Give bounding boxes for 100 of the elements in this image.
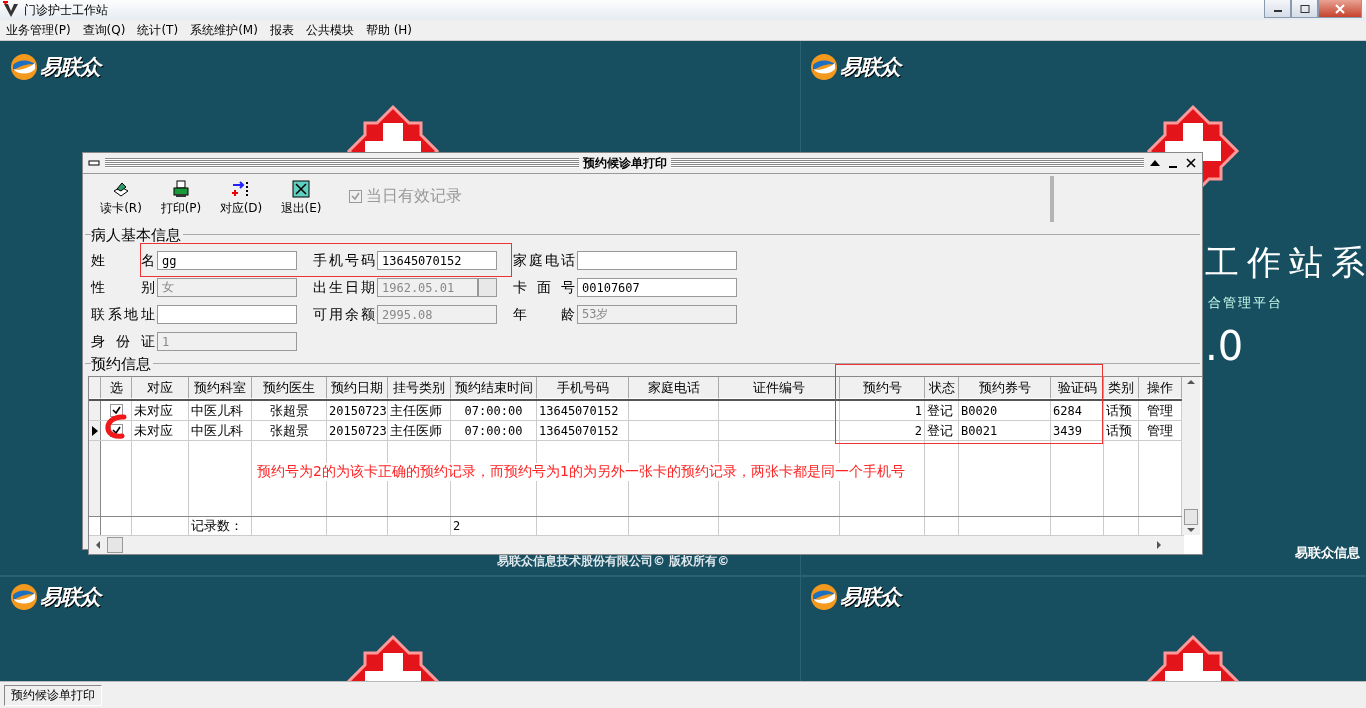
company-text: 易联众信息 <box>1295 544 1360 562</box>
field-label: 手机号码 <box>313 251 375 270</box>
column-header[interactable]: 预约日期 <box>327 377 388 399</box>
card-reader-icon <box>112 180 130 198</box>
record-count: 2 <box>453 519 461 533</box>
table-cell: 管理 <box>1147 421 1173 440</box>
column-header[interactable]: 预约医生 <box>252 377 327 399</box>
scroll-thumb[interactable] <box>1184 509 1198 525</box>
status-tab[interactable]: 预约候诊单打印 <box>4 685 102 706</box>
menu-item[interactable]: 报表 <box>263 21 300 39</box>
column-header[interactable]: 预约号 <box>840 377 925 399</box>
scroll-thumb[interactable] <box>107 537 123 553</box>
field-label: 年龄 <box>513 305 575 324</box>
close-button[interactable] <box>1184 156 1198 170</box>
checkbox-label: 当日有效记录 <box>366 186 462 207</box>
toolbar-button[interactable]: 打印(P) <box>151 178 211 219</box>
table-cell: 07:00:00 <box>464 423 523 438</box>
column-header[interactable]: 证件编号 <box>719 377 840 399</box>
table-cell: 20150723 <box>329 403 387 418</box>
table-cell: 13645070152 <box>539 423 619 438</box>
table-cell: 话预 <box>1106 421 1132 440</box>
annotation-note: 预约号为2的为该卡正确的预约记录，而预约号为1的为另外一张卡的预约记录，两张卡都是同一个手机号 <box>257 463 905 481</box>
column-header[interactable]: 类别 <box>1104 377 1139 399</box>
menu-item[interactable]: 帮助 (H) <box>359 21 419 39</box>
column-header[interactable]: 预约科室 <box>189 377 252 399</box>
table-cell: 未对应 <box>134 401 173 420</box>
field-label: 家庭电话 <box>513 251 575 270</box>
record-count-label: 记录数： <box>191 517 243 535</box>
copyright-text: 易联众信息技术股份有限公司© 版权所有© <box>497 553 730 570</box>
menu-item[interactable]: 查询(Q) <box>76 21 132 39</box>
table-cell: 2 <box>914 423 922 438</box>
group-title: 预约信息 <box>91 356 153 372</box>
toolbar-button[interactable]: 退出(E) <box>271 178 331 219</box>
input-field[interactable] <box>157 305 297 324</box>
maximize-icon <box>1299 4 1310 13</box>
field-label: 卡面号 <box>513 278 575 297</box>
column-header[interactable]: 验证码 <box>1051 377 1104 399</box>
table-cell: 管理 <box>1147 401 1173 420</box>
field-label: 可用余额 <box>313 305 375 324</box>
menu-item[interactable]: 系统维护(M) <box>184 21 264 39</box>
menu-item[interactable]: 公共模块 <box>299 21 360 39</box>
close-icon <box>1335 3 1345 14</box>
scribble-mark <box>104 414 128 440</box>
table-cell: 未对应 <box>134 421 173 440</box>
column-header[interactable]: 选 <box>101 377 132 399</box>
table-cell: 主任医师 <box>390 401 442 420</box>
table-cell: 话预 <box>1106 401 1132 420</box>
column-header[interactable]: 手机号码 <box>537 377 629 399</box>
table-cell: 3439 <box>1053 423 1082 438</box>
table-cell: 张超景 <box>269 421 309 440</box>
corner-cell <box>89 377 101 399</box>
exit-icon <box>292 180 310 198</box>
column-header[interactable]: 对应 <box>132 377 189 399</box>
column-header[interactable]: 挂号类别 <box>388 377 451 399</box>
table-cell: 登记 <box>927 421 953 440</box>
column-header[interactable]: 状态 <box>925 377 959 399</box>
wallpaper-title: 工作站系 <box>1205 241 1366 284</box>
current-row-icon <box>91 425 98 436</box>
row-header-cell[interactable] <box>89 421 101 440</box>
app-icon <box>2 1 20 19</box>
scroll-right-icon[interactable] <box>1154 541 1164 549</box>
column-header[interactable]: 预约券号 <box>959 377 1051 399</box>
logo-icon <box>10 583 38 611</box>
vertical-scrollbar[interactable] <box>1182 377 1200 535</box>
column-header[interactable]: 操作 <box>1139 377 1182 399</box>
logo-icon <box>810 583 838 611</box>
horizontal-scrollbar[interactable] <box>89 535 1184 554</box>
menu-item[interactable]: 业务管理(P) <box>0 21 77 39</box>
field-label: 联系地址 <box>91 305 155 324</box>
toolbar-button[interactable]: 对应(D) <box>211 178 271 219</box>
table-cell: 中医儿科 <box>191 421 243 440</box>
toolbar-button[interactable]: 读卡(R) <box>91 178 151 219</box>
logo-icon <box>10 53 38 81</box>
scroll-down-icon[interactable] <box>1187 525 1195 535</box>
table-cell: 13645070152 <box>539 403 619 418</box>
input-field[interactable] <box>577 251 737 270</box>
table-cell: 张超景 <box>269 401 309 420</box>
table-cell: 6284 <box>1053 403 1082 418</box>
wallpaper-subtitle: 合管理平台 <box>1208 294 1283 312</box>
table-cell: 主任医师 <box>390 421 442 440</box>
dialog-title: 预约候诊单打印 <box>582 154 667 172</box>
group-title: 病人基本信息 <box>91 227 183 243</box>
input-field[interactable]: gg <box>157 251 297 270</box>
table-cell: 中医儿科 <box>191 401 243 420</box>
printer-icon <box>172 180 190 198</box>
field-label: 身份证 <box>91 332 155 351</box>
table-cell: B0020 <box>961 403 998 418</box>
scroll-up-icon[interactable] <box>1187 377 1195 387</box>
input-field[interactable]: 00107607 <box>577 278 737 297</box>
minimize-button[interactable] <box>1264 0 1291 18</box>
window-title: 门诊护士工作站 <box>24 1 108 19</box>
input-field[interactable]: 13645070152 <box>377 251 497 270</box>
field-label: 姓名 <box>91 251 155 270</box>
column-header[interactable]: 家庭电话 <box>629 377 719 399</box>
logo-icon <box>810 53 838 81</box>
column-header[interactable]: 预约结束时间 <box>451 377 537 399</box>
row-header-cell[interactable] <box>89 401 101 420</box>
menu-item[interactable]: 统计(T) <box>131 21 185 39</box>
field-label: 出生日期 <box>313 278 375 297</box>
maximize-button[interactable] <box>1291 0 1318 18</box>
